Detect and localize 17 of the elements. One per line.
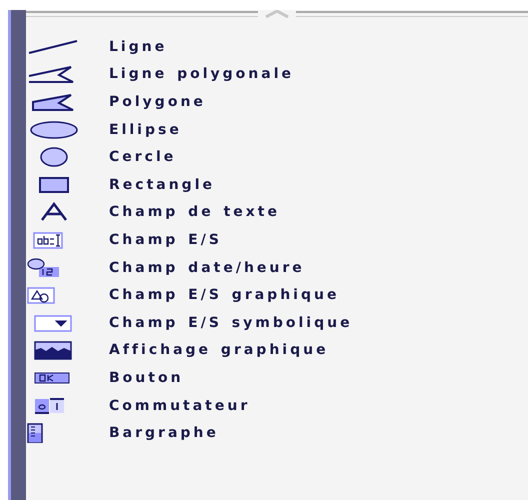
toolbox-item[interactable]: Champ E/S <box>26 226 528 254</box>
toolbox-item[interactable]: Champ E/S graphique <box>26 281 528 309</box>
toolbox-item[interactable]: Cercle <box>26 143 528 171</box>
toolbox-item[interactable]: Champ date/heure <box>26 254 528 282</box>
toolbox-item[interactable]: Affichage graphique <box>26 336 528 364</box>
toolbox-item[interactable]: Champ E/S symbolique <box>26 308 528 337</box>
toolbox-item[interactable]: Rectangle <box>26 170 528 199</box>
toolbox-item[interactable]: Bargraphe <box>26 419 528 447</box>
toolbox-item[interactable]: Ligne polygonale <box>26 60 528 88</box>
clock-icon <box>27 258 60 278</box>
toolbox-item[interactable]: Commutateur <box>26 392 528 420</box>
bar-gauge-icon <box>27 423 43 444</box>
toolbox-item[interactable]: Ellipse <box>26 116 528 144</box>
toolbox-item[interactable]: Bouton <box>26 364 528 392</box>
toolbox-item[interactable]: Champ de texte <box>26 198 528 226</box>
toolbox-item[interactable]: Polygone <box>26 88 528 116</box>
toolbox-item[interactable]: Ligne <box>26 33 528 61</box>
